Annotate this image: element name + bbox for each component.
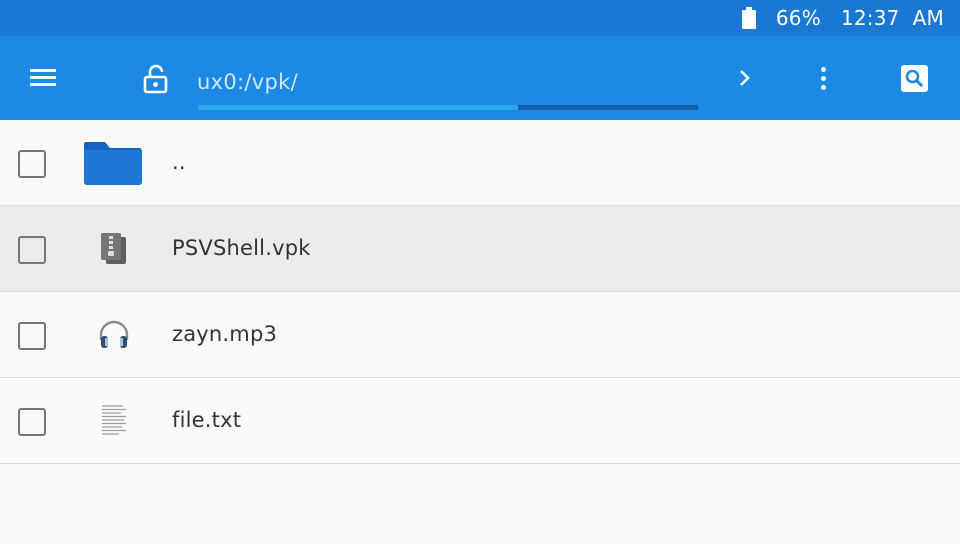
headphones-icon (98, 320, 130, 354)
checkbox[interactable] (18, 322, 46, 350)
path-progress-fill (198, 105, 518, 110)
battery-icon (741, 7, 756, 29)
file-list: .. PSVShell.vpk zayn.mp3 file.txt (0, 120, 960, 464)
archive-icon (100, 233, 128, 269)
unlocked-padlock-icon[interactable] (143, 64, 169, 94)
text-file-icon (101, 404, 127, 440)
file-name: file.txt (172, 408, 242, 432)
chevron-right-icon[interactable] (734, 66, 756, 90)
toolbar: ux0:/vpk/ (0, 36, 960, 120)
checkbox[interactable] (18, 150, 46, 178)
list-item[interactable]: zayn.mp3 (0, 292, 960, 378)
checkbox[interactable] (18, 236, 46, 264)
list-item[interactable]: file.txt (0, 378, 960, 464)
checkbox[interactable] (18, 408, 46, 436)
folder-icon (83, 140, 143, 190)
path-input[interactable]: ux0:/vpk/ (197, 70, 298, 94)
file-name: .. (172, 150, 186, 174)
more-vert-icon[interactable] (814, 66, 834, 92)
menu-icon[interactable] (30, 69, 58, 87)
path-progress-bar (198, 105, 698, 110)
file-name: PSVShell.vpk (172, 236, 311, 260)
file-name: zayn.mp3 (172, 322, 278, 346)
status-bar: 66% 12:37 AM (0, 0, 960, 36)
clock: 12:37 AM (840, 6, 944, 30)
battery-percent: 66% (775, 6, 821, 30)
list-item[interactable]: .. (0, 120, 960, 206)
list-item[interactable]: PSVShell.vpk (0, 206, 960, 292)
search-icon[interactable] (901, 65, 928, 92)
